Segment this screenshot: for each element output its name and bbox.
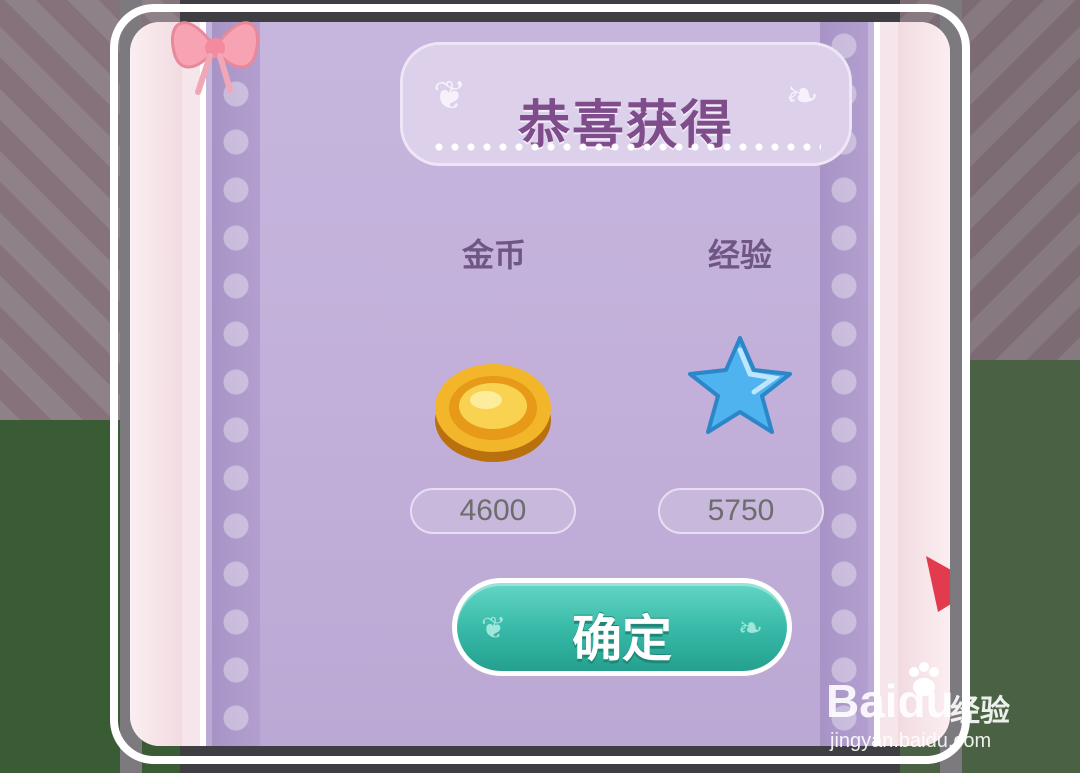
dialog-side-left <box>130 22 182 746</box>
confirm-button-label: 确定 <box>572 610 672 668</box>
watermark-brand: Baidu <box>826 675 954 727</box>
reward-label-gold: 金币 <box>462 236 527 274</box>
watermark-url: jingyan.baidu.com <box>830 730 992 752</box>
watermark-sub: 经验 <box>950 694 1010 729</box>
reward-dialog: ❦ ❧ 恭喜获得 金币 经验 4600 5750 ❦ ❧ 确定 <box>130 22 950 746</box>
dialog-panel: ❦ ❧ 恭喜获得 金币 经验 4600 5750 ❦ ❧ 确定 <box>200 22 950 746</box>
baidu-watermark: Baidu 经验 jingyan.baidu.com <box>826 660 1056 760</box>
exp-amount: 5750 <box>658 488 824 534</box>
title-banner: ❦ ❧ 恭喜获得 <box>400 42 852 166</box>
lace-border-left <box>212 22 260 746</box>
pink-bow-icon <box>171 21 259 95</box>
gold-amount: 4600 <box>410 488 576 534</box>
blue-star-icon <box>688 336 792 434</box>
reward-label-exp: 经验 <box>708 236 773 274</box>
gold-coin-icon <box>435 364 551 462</box>
banner-dots <box>431 143 821 151</box>
confirm-button[interactable]: ❦ ❧ 确定 <box>452 578 792 676</box>
